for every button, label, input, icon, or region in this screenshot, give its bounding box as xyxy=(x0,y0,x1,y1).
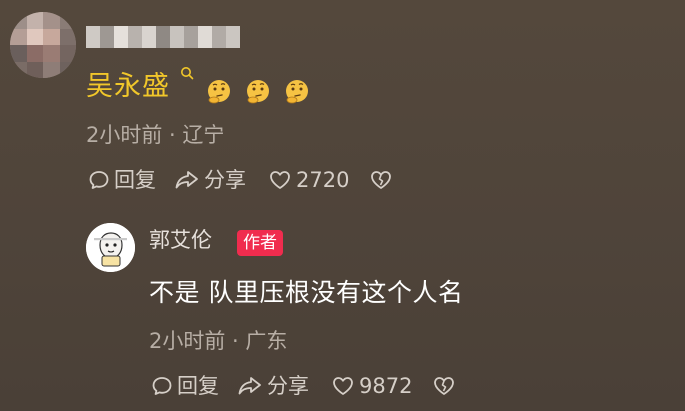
comment-meta: 2小时前 · 辽宁 xyxy=(86,123,225,147)
share-button[interactable]: 分享 xyxy=(174,166,246,194)
comment-bubble-icon xyxy=(89,171,109,189)
dislike-button[interactable] xyxy=(432,375,456,397)
comment-actions: 回复 分享 2720 xyxy=(88,166,393,194)
share-arrow-icon xyxy=(175,171,198,189)
like-button[interactable]: 2720 xyxy=(268,166,349,194)
commenter-username[interactable]: 吴永盛 xyxy=(86,70,170,104)
blurred-avatar-image xyxy=(10,12,76,78)
reply-actions: 回复 分享 9872 xyxy=(151,372,456,400)
author-avatar[interactable] xyxy=(86,223,135,272)
commenter-avatar[interactable] xyxy=(10,12,76,78)
share-label: 分享 xyxy=(267,374,309,398)
reply-label: 回复 xyxy=(114,168,156,192)
thinking-face-emoji xyxy=(208,80,230,104)
reply-button[interactable]: 回复 xyxy=(88,166,156,194)
comment-bubble-icon xyxy=(152,377,172,395)
dislike-button[interactable] xyxy=(369,169,393,191)
reply-meta: 2小时前 · 广东 xyxy=(149,329,288,353)
blurred-username xyxy=(86,26,240,48)
share-label: 分享 xyxy=(204,168,246,192)
like-button[interactable]: 9872 xyxy=(331,372,412,400)
broken-heart-icon xyxy=(371,171,392,189)
heart-outline-icon xyxy=(270,171,290,189)
thinking-face-emoji xyxy=(286,80,308,104)
like-count: 9872 xyxy=(359,374,413,398)
search-icon[interactable] xyxy=(180,66,194,80)
broken-heart-icon xyxy=(434,377,455,395)
thinking-face-emoji xyxy=(247,80,269,104)
cartoon-avatar-image xyxy=(86,223,135,272)
reply-text: 不是 队里压根没有这个人名 xyxy=(149,278,464,307)
reply-label: 回复 xyxy=(177,374,219,398)
author-badge: 作者 xyxy=(237,230,283,256)
share-arrow-icon xyxy=(238,377,261,395)
like-count: 2720 xyxy=(296,168,350,192)
reply-button[interactable]: 回复 xyxy=(151,372,219,400)
author-username[interactable]: 郭艾伦 xyxy=(149,226,212,254)
share-button[interactable]: 分享 xyxy=(237,372,309,400)
heart-outline-icon xyxy=(333,377,353,395)
